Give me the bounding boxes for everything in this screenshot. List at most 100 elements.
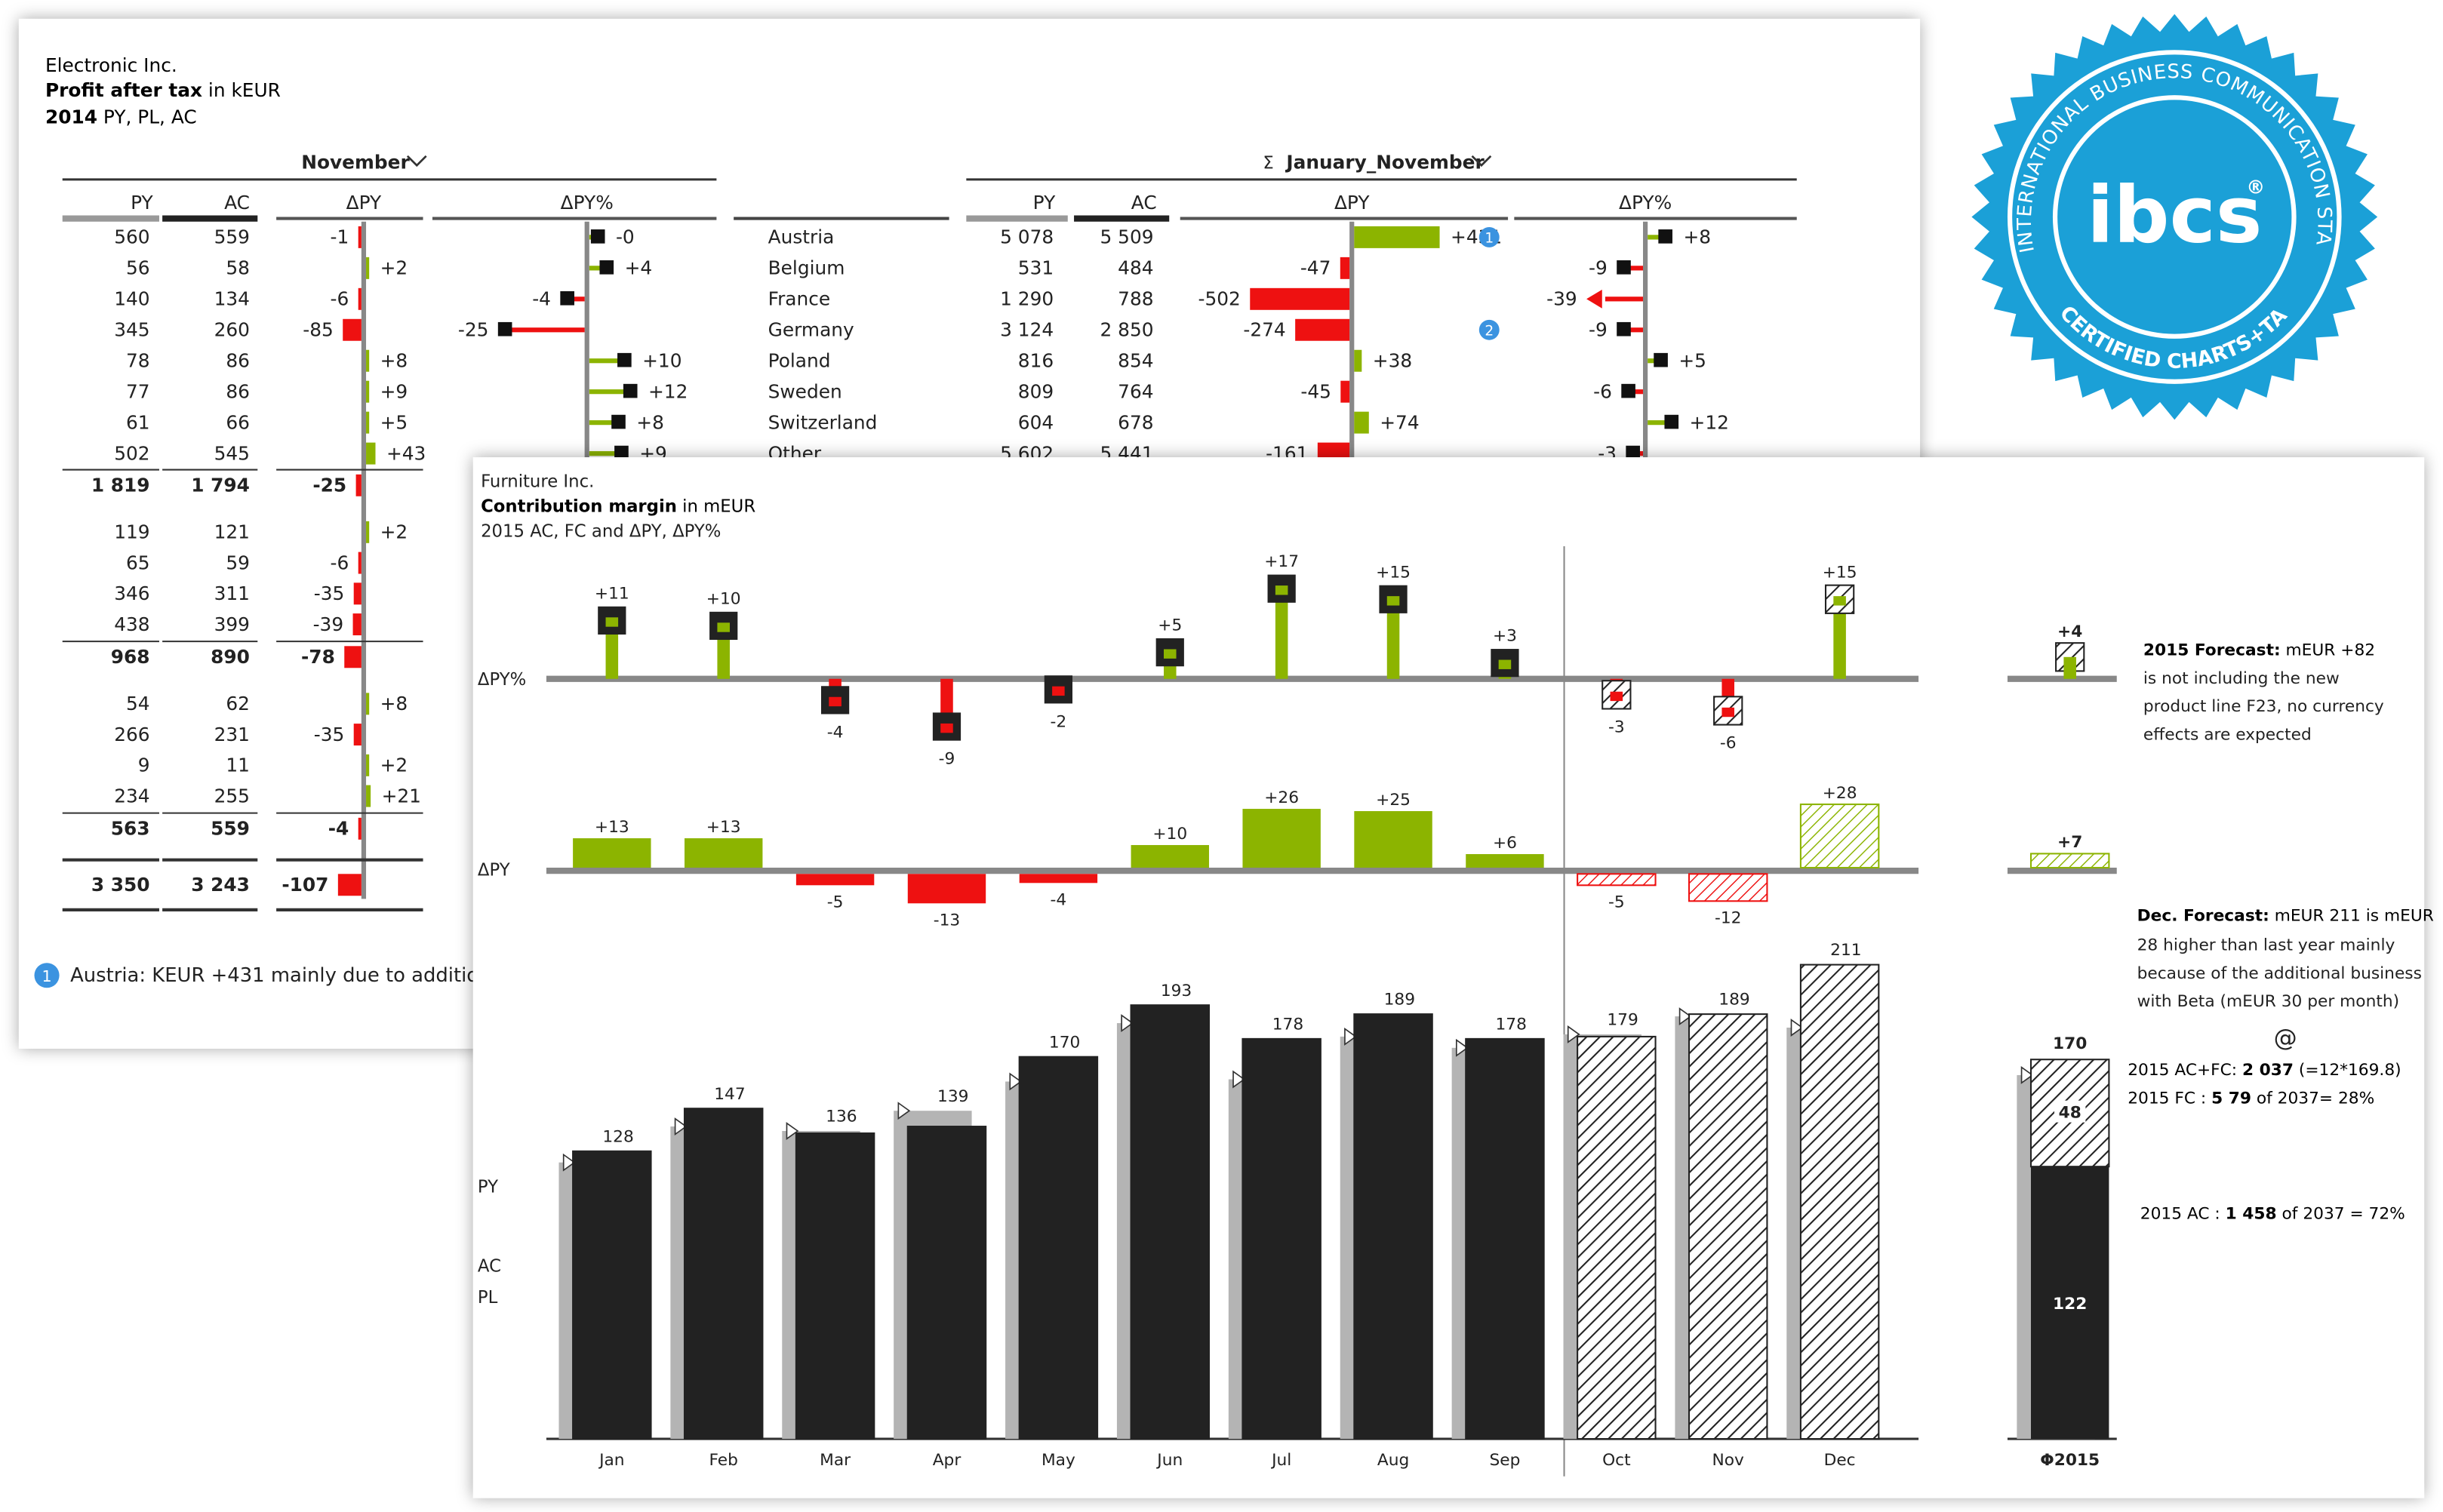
month-label-Mar: Mar (820, 1451, 851, 1470)
dec-comment-line: because of the additional business (2137, 964, 2422, 983)
ac-column-Jun (1130, 1004, 1211, 1440)
row-label-dpy: ΔPY (478, 860, 510, 880)
row-label-pl: PL (478, 1288, 498, 1308)
calc-ac-fc-prefix: 2015 AC+FC: (2128, 1061, 2242, 1080)
forecast-comment-title: 2015 Forecast: (2143, 641, 2281, 660)
ac-column-Mar (795, 1132, 875, 1440)
dpy-label-Sep: +6 (1493, 834, 1517, 853)
avg-dpy-bar (2029, 853, 2110, 869)
row-label-ac: AC (478, 1257, 501, 1277)
dpypct-label-Apr: -9 (939, 750, 955, 769)
ac-column-Sep (1465, 1037, 1545, 1440)
month-label-May: May (1042, 1451, 1075, 1470)
avg-ac-label: 122 (2053, 1295, 2087, 1314)
fc-column-Dec (1799, 963, 1880, 1440)
dpy-bar-Aug (1354, 811, 1432, 868)
avg-fc-label: 48 (2059, 1103, 2081, 1122)
report2-measure-bold: Contribution margin (481, 496, 677, 516)
dpypct-label-Aug: +15 (1376, 563, 1411, 582)
ac-column-Jul (1241, 1037, 1321, 1440)
dec-comment-line: 28 higher than last year mainly (2137, 936, 2395, 955)
dpy-label-Nov: -12 (1715, 908, 1741, 927)
month-label-Dec: Dec (1824, 1451, 1856, 1470)
calc-ac-rest: of 2037 = 72% (2277, 1204, 2405, 1223)
forecast-comment-line: is not including the new (2143, 669, 2340, 688)
calc-ac: 2015 AC : 1 458 of 2037 = 72% (2140, 1204, 2405, 1223)
dec-comment-line: Dec. Forecast: mEUR 211 is mEUR (2137, 906, 2434, 925)
dpypct-label-Nov: -6 (1720, 734, 1737, 753)
calc-fc-prefix: 2015 FC : (2128, 1089, 2211, 1108)
dpypct-label-Oct: -3 (1608, 718, 1625, 736)
calc-fc-value: 5 79 (2211, 1089, 2251, 1108)
dpy-label-Feb: +13 (706, 818, 741, 837)
dpypct-pin-core-Jun (1163, 649, 1177, 659)
avg-dpypct-label: +4 (2057, 622, 2082, 641)
month-label-Jun: Jun (1155, 1451, 1183, 1470)
dashboard-stage: Electronic Inc. Profit after tax in kEUR 2… (0, 0, 2443, 1512)
month-label-Nov: Nov (1712, 1451, 1745, 1470)
forecast-comment-line: product line F23, no currency (2143, 697, 2384, 716)
dpy-bar-Sep (1466, 854, 1544, 868)
fc-column-Oct (1577, 1035, 1657, 1440)
column-label-Mar: 136 (826, 1108, 857, 1126)
dpy-bar-Nov (1688, 873, 1768, 902)
calc-ac-fc: 2015 AC+FC: 2 037 (=12*169.8) (2128, 1061, 2401, 1080)
report2-measure-unit: in mEUR (677, 496, 755, 516)
forecast-comment-first: mEUR +82 (2281, 641, 2375, 660)
calc-ac-value: 1 458 (2226, 1204, 2277, 1223)
month-label-Apr: Apr (933, 1451, 962, 1470)
dpypct-label-May: -2 (1051, 712, 1067, 731)
dpy-label-Apr: -13 (934, 911, 960, 930)
dpypct-label-Jan: +11 (595, 584, 629, 603)
column-label-Nov: 189 (1718, 991, 1749, 1010)
seal-bottom-text: CERTIFIED CHARTS+TABLES (0, 0, 2292, 373)
dpy-label-May: -4 (1051, 890, 1067, 909)
dpypct-label-Sep: +3 (1493, 627, 1517, 646)
registered-icon: ® (2246, 176, 2265, 198)
report2-scenario: 2015 AC, FC and ΔPY, ΔPY% (481, 522, 721, 542)
dpypct-pin-core-Sep (1498, 659, 1512, 669)
dpypct-pin-core-Aug (1386, 596, 1400, 606)
at-icon: @ (2274, 1025, 2297, 1052)
dpypct-pin-core-Feb (717, 622, 730, 632)
month-label-Feb: Feb (709, 1451, 737, 1470)
dpy-bar-May (1019, 874, 1098, 884)
calc-fc: 2015 FC : 5 79 of 2037= 28% (2128, 1089, 2374, 1108)
ac-column-Jan (572, 1150, 652, 1440)
column-label-Jul: 178 (1272, 1015, 1303, 1034)
avg-total-label: 170 (2053, 1034, 2087, 1053)
column-label-Aug: 189 (1384, 991, 1415, 1010)
dpy-bar-Feb (684, 838, 763, 868)
ac-column-May (1018, 1056, 1099, 1440)
dpypct-label-Dec: +15 (1823, 563, 1857, 582)
seal-bottom-textpath: CERTIFIED CHARTS+TABLES (0, 0, 2292, 373)
dpypct-label-Feb: +10 (706, 589, 741, 608)
column-label-Feb: 147 (714, 1085, 745, 1104)
column-label-Jan: 128 (602, 1127, 633, 1146)
dpypct-pin-core-Oct (1610, 691, 1623, 702)
dpypct-label-Jul: +17 (1264, 552, 1299, 571)
dpy-bar-Jan (573, 838, 651, 868)
avg-dpy-label: +7 (2057, 833, 2082, 852)
row-label-dpypct: ΔPY% (478, 670, 526, 690)
month-label-Aug: Aug (1377, 1451, 1409, 1470)
month-label-Oct: Oct (1602, 1451, 1631, 1470)
report2-company: Furniture Inc. (481, 472, 594, 491)
calc-fc-rest: of 2037= 28% (2251, 1089, 2374, 1108)
avg-category-label: Φ2015 (2040, 1451, 2100, 1470)
dpypct-label-Jun: +5 (1158, 616, 1182, 635)
month-label-Jul: Jul (1270, 1451, 1291, 1470)
ac-column-Feb (683, 1108, 764, 1440)
forecast-comment-line: effects are expected (2143, 725, 2312, 744)
dpy-bar-Oct (1577, 873, 1657, 887)
dpy-bar-Dec (1799, 804, 1880, 869)
dpy-label-Jan: +13 (595, 818, 629, 837)
row-label-py: PY (478, 1177, 498, 1197)
dpypct-pin-core-Jan (605, 617, 619, 627)
dpypct-pin-core-Nov (1721, 707, 1734, 718)
avg-dpypct-pin (2063, 656, 2076, 679)
ibcs-logo: ibcs (2087, 171, 2262, 261)
ibcs-certification-seal: INTERNATIONAL BUSINESS COMMUNICATION STA… (0, 0, 2378, 420)
dpypct-pin-core-Jul (1275, 585, 1288, 595)
dpy-bar-Jul (1242, 809, 1321, 868)
